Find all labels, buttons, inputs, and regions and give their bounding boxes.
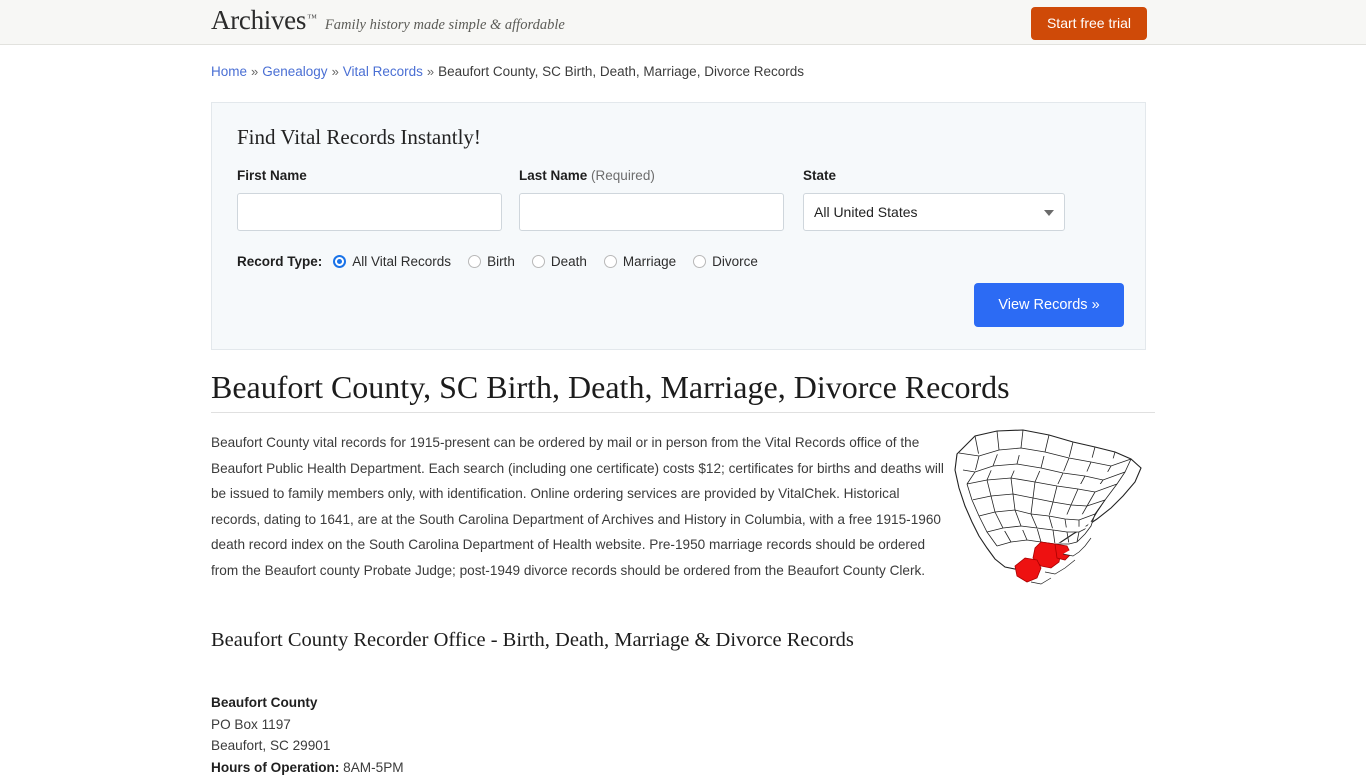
last-name-label-text: Last Name <box>519 168 587 183</box>
first-name-label-text: First Name <box>237 168 307 183</box>
address-county-name: Beaufort County <box>211 692 404 714</box>
radio-icon[interactable] <box>468 255 481 268</box>
record-type-label: Record Type: <box>237 254 322 269</box>
radio-label-marriage: Marriage <box>623 254 676 269</box>
header-inner: Archives ™ Family history made simple & … <box>0 0 1366 44</box>
view-records-button[interactable]: View Records » <box>974 283 1124 327</box>
last-name-label: Last Name (Required) <box>519 168 655 183</box>
state-label: State <box>803 168 836 183</box>
radio-icon-selected[interactable] <box>333 255 346 268</box>
radio-birth[interactable]: Birth <box>468 254 515 269</box>
address-line-2: Beaufort, SC 29901 <box>211 735 404 757</box>
hours-of-operation: Hours of Operation: 8AM-5PM <box>211 757 404 778</box>
hours-value: 8AM-5PM <box>343 760 403 775</box>
radio-divorce[interactable]: Divorce <box>693 254 758 269</box>
hours-label: Hours of Operation: <box>211 760 339 775</box>
breadcrumb-item-home[interactable]: Home <box>211 64 247 79</box>
first-name-label: First Name <box>237 168 307 183</box>
radio-label-divorce: Divorce <box>712 254 758 269</box>
last-name-input[interactable] <box>519 193 784 231</box>
south-carolina-county-map <box>945 426 1155 591</box>
intro-paragraph: Beaufort County vital records for 1915-p… <box>211 430 945 583</box>
breadcrumb-separator: » <box>332 64 339 79</box>
address-line-1: PO Box 1197 <box>211 714 404 736</box>
breadcrumb-item-genealogy[interactable]: Genealogy <box>262 64 327 79</box>
start-free-trial-button[interactable]: Start free trial <box>1031 7 1147 40</box>
radio-icon[interactable] <box>604 255 617 268</box>
last-name-required-note: (Required) <box>591 168 655 183</box>
radio-marriage[interactable]: Marriage <box>604 254 676 269</box>
trademark-icon: ™ <box>307 13 317 24</box>
logo-wordmark: Archives <box>211 7 306 34</box>
first-name-input[interactable] <box>237 193 502 231</box>
search-panel-title: Find Vital Records Instantly! <box>237 127 481 148</box>
breadcrumb-separator: » <box>427 64 434 79</box>
radio-all-vital-records[interactable]: All Vital Records <box>333 254 451 269</box>
vital-records-search-panel: Find Vital Records Instantly! First Name… <box>211 102 1146 350</box>
breadcrumb: Home » Genealogy » Vital Records » Beaufort Co… <box>211 64 804 79</box>
recorder-office-address: Beaufort County PO Box 1197 Beaufort, SC… <box>211 692 404 778</box>
state-select[interactable]: All United States <box>803 193 1065 231</box>
record-type-group: Record Type: All Vital Records Birth Dea… <box>237 251 775 271</box>
state-select-value: All United States <box>814 204 918 220</box>
page-title: Beaufort County, SC Birth, Death, Marria… <box>211 368 1010 406</box>
state-label-text: State <box>803 168 836 183</box>
title-divider <box>211 412 1155 413</box>
radio-icon[interactable] <box>532 255 545 268</box>
recorder-office-heading: Beaufort County Recorder Office - Birth,… <box>211 629 854 652</box>
chevron-down-icon <box>1044 210 1054 216</box>
radio-label-birth: Birth <box>487 254 515 269</box>
breadcrumb-item-current: Beaufort County, SC Birth, Death, Marria… <box>438 64 804 79</box>
radio-death[interactable]: Death <box>532 254 587 269</box>
breadcrumb-separator: » <box>251 64 258 79</box>
breadcrumb-item-vital-records[interactable]: Vital Records <box>343 64 423 79</box>
radio-icon[interactable] <box>693 255 706 268</box>
site-logo[interactable]: Archives ™ Family history made simple & … <box>211 7 565 34</box>
site-tagline: Family history made simple & affordable <box>325 18 565 33</box>
radio-label-death: Death <box>551 254 587 269</box>
radio-label-all: All Vital Records <box>352 254 451 269</box>
site-header: Archives ™ Family history made simple & … <box>0 0 1366 45</box>
